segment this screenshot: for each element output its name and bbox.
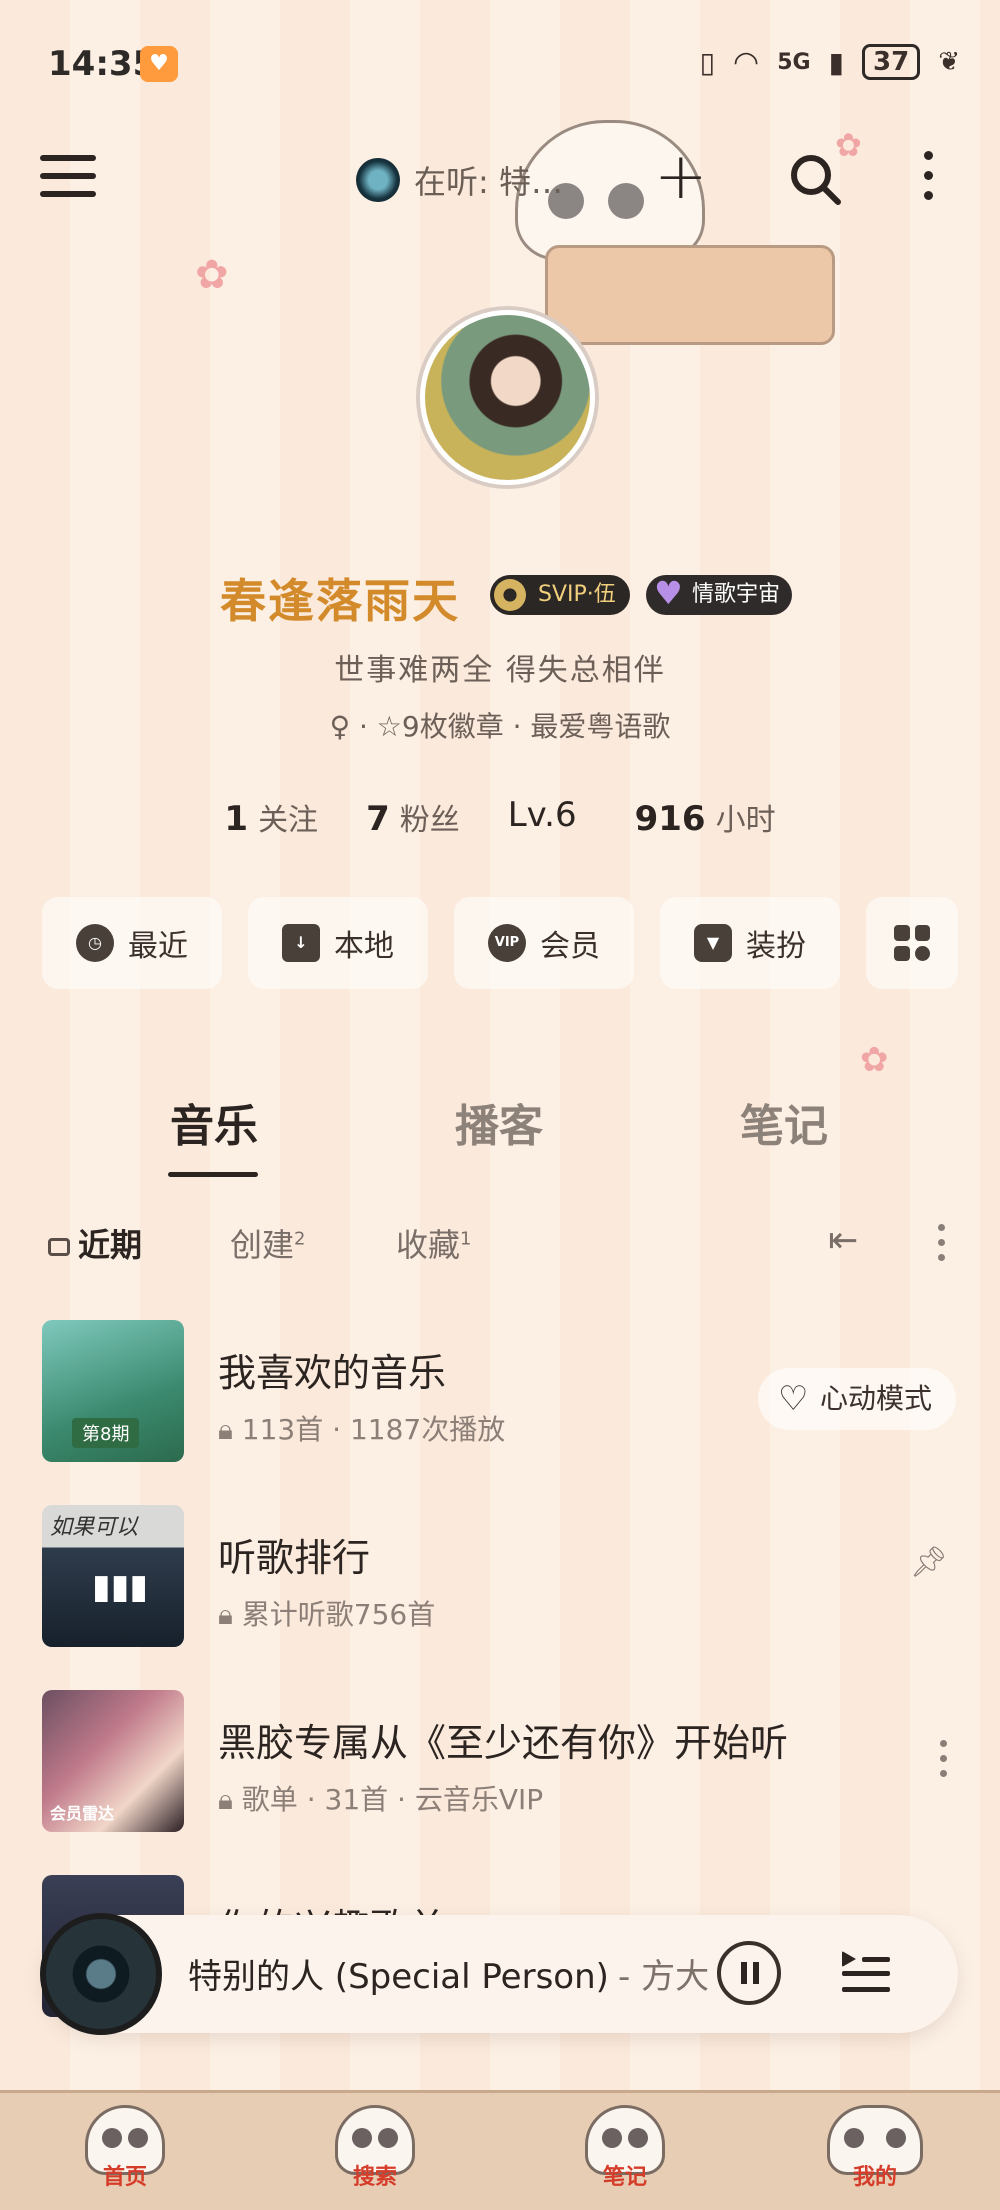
tab-podcast[interactable]: 播客	[455, 1090, 543, 1154]
now-playing-chip[interactable]: 在听: 特…	[356, 157, 563, 203]
love-song-badge[interactable]: 情歌宇宙	[646, 573, 793, 615]
more-apps-button[interactable]	[866, 897, 958, 989]
cover-issue-label: 第8期	[72, 1418, 140, 1448]
list-item[interactable]: 如果可以 ▮▮▮ 听歌排行 🔒︎ 累计听歌756首 📌︎	[0, 1505, 1000, 1690]
list-item[interactable]: 第8期 我喜欢的音乐 🔒︎ 113首 · 1187次播放 心动模式	[0, 1320, 1000, 1505]
pause-button[interactable]	[717, 1941, 781, 2005]
flower-icon: ✿	[195, 252, 229, 298]
nickname[interactable]: 春逢落雨天	[220, 565, 460, 631]
menu-icon[interactable]	[40, 155, 96, 205]
hours-stat[interactable]: 916 小时	[635, 795, 776, 839]
signal-icon: ▮	[828, 45, 845, 79]
fans-stat[interactable]: 7 粉丝	[366, 795, 460, 839]
status-right: ▯ ◠ 5G ▮ 37 ❦	[700, 44, 960, 80]
now-playing-cover	[356, 158, 400, 202]
tab-music[interactable]: 音乐	[170, 1090, 258, 1154]
now-playing-label: 在听: 特…	[414, 163, 563, 201]
flower-icon: ✿	[860, 1040, 889, 1080]
pin-icon[interactable]: 📌︎	[910, 1545, 948, 1580]
search-icon[interactable]	[787, 151, 843, 207]
network-label: 5G	[777, 49, 811, 75]
bottom-nav: 首页 搜索 笔记 我的	[0, 2090, 1000, 2210]
album-disc[interactable]	[40, 1913, 162, 2035]
battery-indicator: 37	[862, 44, 921, 80]
playlist-cover: 如果可以 ▮▮▮	[42, 1505, 184, 1647]
vip-icon: VIP	[488, 924, 526, 962]
playlist-subtitle: 🔒︎ 113首 · 1187次播放	[218, 1413, 506, 1446]
grid-icon	[894, 925, 930, 961]
playlist-title: 黑胶专属从《至少还有你》开始听	[218, 1721, 789, 1765]
subtab-recent[interactable]: 近期	[48, 1220, 142, 1266]
player-track-title: 特别的人 (Special Person)	[188, 1957, 609, 1997]
recent-button[interactable]: ◷ 最近	[42, 897, 222, 989]
shirt-icon: ▼	[694, 924, 732, 962]
avatar[interactable]	[420, 310, 595, 485]
playlist-title: 听歌排行	[218, 1536, 371, 1580]
playlist-more-icon[interactable]	[940, 1740, 950, 1785]
subtab-more-icon[interactable]	[938, 1224, 948, 1269]
lock-icon: 🔒︎	[218, 1413, 242, 1446]
download-icon: ↓	[282, 924, 320, 962]
notification-icon: ♥	[140, 46, 178, 82]
signature-text: 世事难两全 得失总相伴	[334, 653, 666, 688]
playlist-subtitle: 🔒︎ 歌单 · 31首 · 云音乐VIP	[218, 1783, 544, 1816]
lock-icon: 🔒︎	[218, 1598, 242, 1631]
nav-search[interactable]: 搜索	[275, 2093, 475, 2210]
playlist-subtabs: 近期 创建2 收藏1 ⇤	[48, 1220, 968, 1280]
lock-icon	[48, 1238, 70, 1256]
nav-mine[interactable]: 我的	[775, 2093, 975, 2210]
vibrate-icon: ▯	[699, 45, 716, 79]
playlist-queue-icon[interactable]	[842, 1949, 890, 1995]
status-bar: 14:35 ♥ ▯ ◠ 5G ▮ 37 ❦	[0, 0, 1000, 120]
lock-icon: 🔒︎	[218, 1783, 242, 1816]
svip-badge[interactable]: SVIP·伍	[490, 575, 630, 615]
wifi-icon: ◠	[733, 44, 760, 80]
cover-radar-label: 会员雷达	[50, 1804, 115, 1823]
mini-player[interactable]: 特别的人 (Special Person) - 方大	[40, 1913, 958, 2035]
playlist-cover: 第8期	[42, 1320, 184, 1462]
heartbeat-mode-button[interactable]: 心动模式	[757, 1368, 956, 1430]
quick-actions: ◷ 最近 ↓ 本地 VIP 会员 ▼ 装扮	[42, 897, 958, 989]
local-button[interactable]: ↓ 本地	[248, 897, 428, 989]
playlist-title: 我喜欢的音乐	[218, 1351, 447, 1395]
top-nav: 在听: 特… +	[0, 145, 1000, 215]
content-tabs: 音乐 播客 笔记	[0, 1090, 1000, 1200]
playlist-subtitle: 🔒︎ 累计听歌756首	[218, 1598, 436, 1631]
subtab-created[interactable]: 创建2	[230, 1220, 305, 1266]
more-options-icon[interactable]	[918, 151, 938, 211]
playlist-cover: 会员雷达	[42, 1690, 184, 1832]
bars-icon: ▮▮▮	[92, 1567, 149, 1607]
profile-meta-line[interactable]: ♀ · ☆9枚徽章 · 最爱粤语歌	[0, 705, 1000, 745]
subtab-collected[interactable]: 收藏1	[396, 1220, 471, 1266]
leaf-icon: ❦	[938, 47, 960, 77]
clock-icon: ◷	[76, 924, 114, 962]
avatar-frame[interactable]	[385, 300, 615, 500]
import-icon[interactable]: ⇤	[828, 1220, 858, 1261]
vip-button[interactable]: VIP 会员	[454, 897, 634, 989]
dress-up-button[interactable]: ▼ 装扮	[660, 897, 840, 989]
nav-home[interactable]: 首页	[25, 2093, 225, 2210]
tab-notes[interactable]: 笔记	[740, 1090, 828, 1154]
profile-stats: 1 关注 7 粉丝 Lv.6 916 小时	[0, 795, 1000, 839]
list-item[interactable]: 会员雷达 黑胶专属从《至少还有你》开始听 🔒︎ 歌单 · 31首 · 云音乐VI…	[0, 1690, 1000, 1875]
tab-underline	[168, 1172, 258, 1177]
level-stat[interactable]: Lv.6	[508, 795, 587, 839]
player-artist: - 方大	[618, 1957, 710, 1997]
follow-stat[interactable]: 1 关注	[224, 795, 318, 839]
add-icon[interactable]: +	[654, 145, 708, 209]
nav-notes[interactable]: 笔记	[525, 2093, 725, 2210]
cover-handwriting: 如果可以	[50, 1515, 139, 1540]
